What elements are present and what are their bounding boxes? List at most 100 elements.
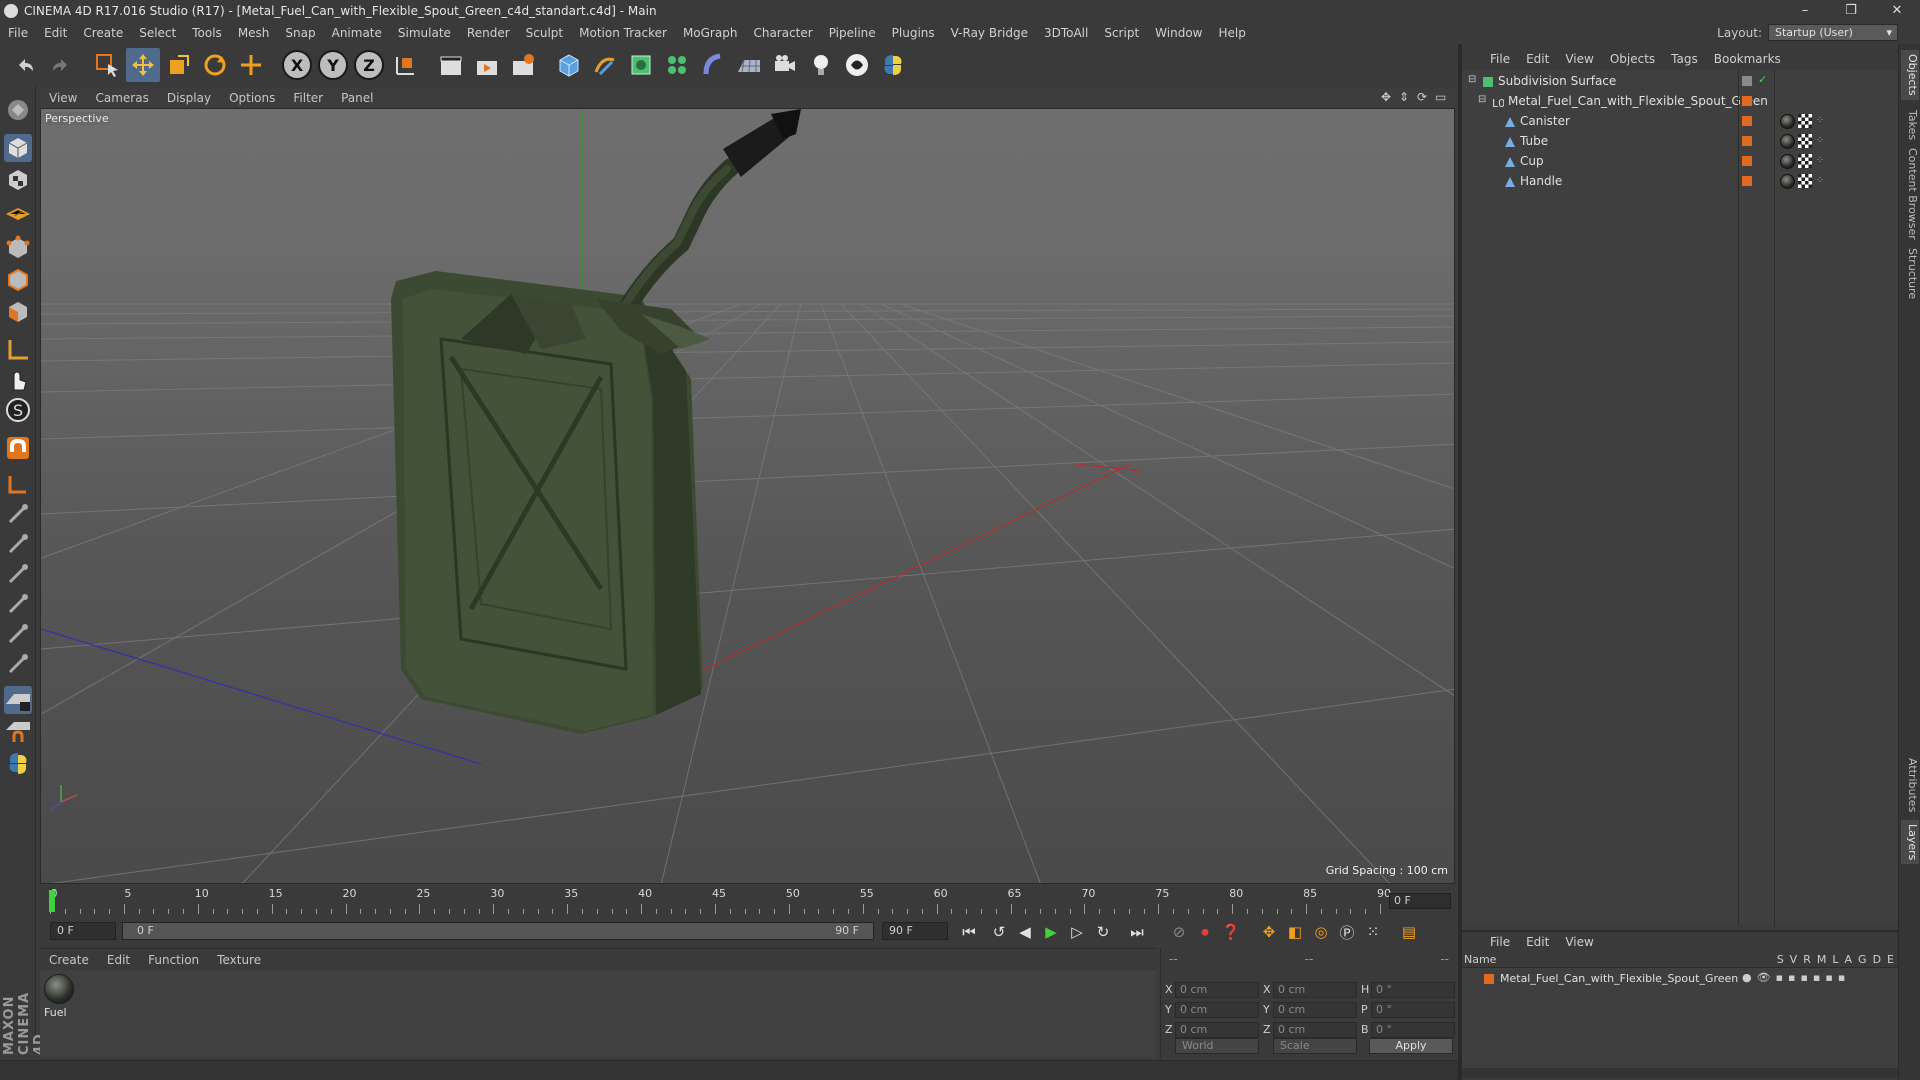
viewport-menu-filter[interactable]: Filter (284, 91, 332, 105)
menu-window[interactable]: Window (1147, 26, 1210, 40)
add-nurbs-button[interactable] (624, 48, 658, 82)
layer-menu-file[interactable]: File (1482, 935, 1518, 949)
tab-takes[interactable]: Takes (1901, 106, 1919, 144)
snap-button[interactable]: S (4, 396, 32, 424)
uvw-tag-icon[interactable] (1798, 114, 1812, 128)
object-menu-edit[interactable]: Edit (1518, 52, 1557, 66)
render-picture-viewer-button[interactable] (470, 48, 504, 82)
object-menu-objects[interactable]: Objects (1602, 52, 1663, 66)
material-tag-icon[interactable] (1780, 174, 1795, 189)
menu-file[interactable]: File (0, 26, 36, 40)
sculpt-tool-4-button[interactable] (4, 590, 32, 618)
keyframe-selection-button[interactable]: ❓ (1220, 921, 1242, 943)
sculpt-tool-3-button[interactable] (4, 560, 32, 588)
polygons-mode-button[interactable] (4, 298, 32, 326)
object-row-canister[interactable]: Canister ⁘ (1462, 112, 1898, 132)
menu-animate[interactable]: Animate (324, 26, 390, 40)
dolly-icon[interactable]: ⇕ (1399, 90, 1413, 104)
key-rotation-button[interactable]: ◎ (1310, 921, 1332, 943)
menu-pipeline[interactable]: Pipeline (821, 26, 884, 40)
menu-sculpt[interactable]: Sculpt (518, 26, 571, 40)
undo-button[interactable] (8, 48, 42, 82)
size-x-field[interactable]: 0 cm (1273, 982, 1357, 998)
rot-p-field[interactable]: 0 ° (1371, 1002, 1455, 1018)
sculpt-tool-5-button[interactable] (4, 620, 32, 648)
perspective-viewport[interactable]: Perspective Grid Spacing : 100 cm (40, 108, 1455, 884)
minimize-button[interactable]: – (1782, 0, 1828, 22)
locked-workplane-button[interactable] (4, 470, 32, 498)
tab-structure[interactable]: Structure (1901, 244, 1919, 303)
x-axis-button[interactable]: X (280, 48, 314, 82)
object-row-handle[interactable]: Handle ⁘ (1462, 172, 1898, 192)
live-selection-button[interactable] (90, 48, 124, 82)
record-keys-button[interactable]: ⊘ (1168, 921, 1190, 943)
viewport-menu-cameras[interactable]: Cameras (86, 91, 157, 105)
layer-scrollbar[interactable] (1462, 1068, 1898, 1078)
workplane-mode-button[interactable] (4, 198, 32, 226)
viewport-menu-display[interactable]: Display (158, 91, 220, 105)
menu-3dtoall[interactable]: 3DToAll (1036, 26, 1096, 40)
uvw-tag-icon[interactable] (1798, 134, 1812, 148)
next-key-button[interactable]: ↻ (1092, 921, 1114, 943)
magnet-button[interactable] (4, 434, 32, 462)
timeline-window-button[interactable]: ▤ (1398, 921, 1420, 943)
pos-y-field[interactable]: 0 cm (1175, 1002, 1259, 1018)
pos-x-field[interactable]: 0 cm (1175, 982, 1259, 998)
material-tag-icon[interactable] (1780, 154, 1795, 169)
selection-tag-icon[interactable]: ⁘ (1816, 135, 1828, 147)
tab-content-browser[interactable]: Content Browser (1901, 144, 1919, 244)
material-menu-function[interactable]: Function (139, 953, 208, 967)
key-position-button[interactable]: ✥ (1258, 921, 1280, 943)
key-scale-button[interactable]: ◧ (1284, 921, 1306, 943)
add-camera-button[interactable] (768, 48, 802, 82)
menu-motion-tracker[interactable]: Motion Tracker (571, 26, 675, 40)
menu-character[interactable]: Character (745, 26, 820, 40)
selection-tag-icon[interactable]: ⁘ (1816, 175, 1828, 187)
add-mograph-button[interactable] (660, 48, 694, 82)
timeline[interactable]: 051015202530354045505560657075808590 0 F (40, 886, 1455, 916)
scale-tool-button[interactable] (162, 48, 196, 82)
maximize-view-icon[interactable]: ▭ (1435, 90, 1449, 104)
redo-button[interactable] (44, 48, 78, 82)
rot-h-field[interactable]: 0 ° (1371, 982, 1455, 998)
pan-icon[interactable]: ✥ (1381, 90, 1395, 104)
material-tag-icon[interactable] (1780, 134, 1795, 149)
timeline-playhead[interactable] (49, 890, 55, 912)
menu-edit[interactable]: Edit (36, 26, 75, 40)
menu-mesh[interactable]: Mesh (230, 26, 278, 40)
object-row-fuel-can-null[interactable]: ⊟ L0 Metal_Fuel_Can_with_Flexible_Spout_… (1462, 92, 1898, 112)
layer-swatch[interactable] (1742, 96, 1752, 106)
material-tag-icon[interactable] (1780, 114, 1795, 129)
model-mode-button[interactable] (4, 134, 32, 162)
add-environment-button[interactable] (732, 48, 766, 82)
layer-row[interactable]: Metal_Fuel_Can_with_Flexible_Spout_Green… (1462, 970, 1898, 990)
layer-color-swatch[interactable] (1484, 974, 1494, 984)
menu-help[interactable]: Help (1210, 26, 1253, 40)
object-menu-file[interactable]: File (1482, 52, 1518, 66)
sculpt-tool-1-button[interactable] (4, 500, 32, 528)
uvw-tag-icon[interactable] (1798, 154, 1812, 168)
layer-swatch[interactable] (1742, 136, 1752, 146)
render-view-button[interactable] (434, 48, 468, 82)
autokey-button[interactable]: ⏺ (1194, 921, 1216, 943)
menu-mograph[interactable]: MoGraph (675, 26, 746, 40)
enabled-check-icon[interactable]: ✓ (1758, 73, 1767, 86)
menu-script[interactable]: Script (1096, 26, 1147, 40)
selection-tag-icon[interactable]: ⁘ (1816, 155, 1828, 167)
pos-z-field[interactable]: 0 cm (1175, 1022, 1259, 1038)
play-button[interactable]: ▶ (1040, 921, 1062, 943)
layer-swatch[interactable] (1742, 156, 1752, 166)
points-mode-button[interactable] (4, 234, 32, 262)
material-menu-edit[interactable]: Edit (98, 953, 139, 967)
collapse-icon[interactable]: ⊟ (1478, 94, 1486, 105)
viewport-menu-panel[interactable]: Panel (332, 91, 382, 105)
rot-b-field[interactable]: 0 ° (1371, 1022, 1455, 1038)
layer-swatch[interactable] (1742, 116, 1752, 126)
key-parameter-button[interactable]: Ⓟ (1336, 921, 1358, 943)
python-script-button[interactable] (4, 750, 32, 778)
menu-select[interactable]: Select (131, 26, 184, 40)
coordinate-system-button[interactable] (388, 48, 422, 82)
object-menu-view[interactable]: View (1557, 52, 1601, 66)
menu-render[interactable]: Render (459, 26, 518, 40)
texture-mode-button[interactable] (4, 166, 32, 194)
